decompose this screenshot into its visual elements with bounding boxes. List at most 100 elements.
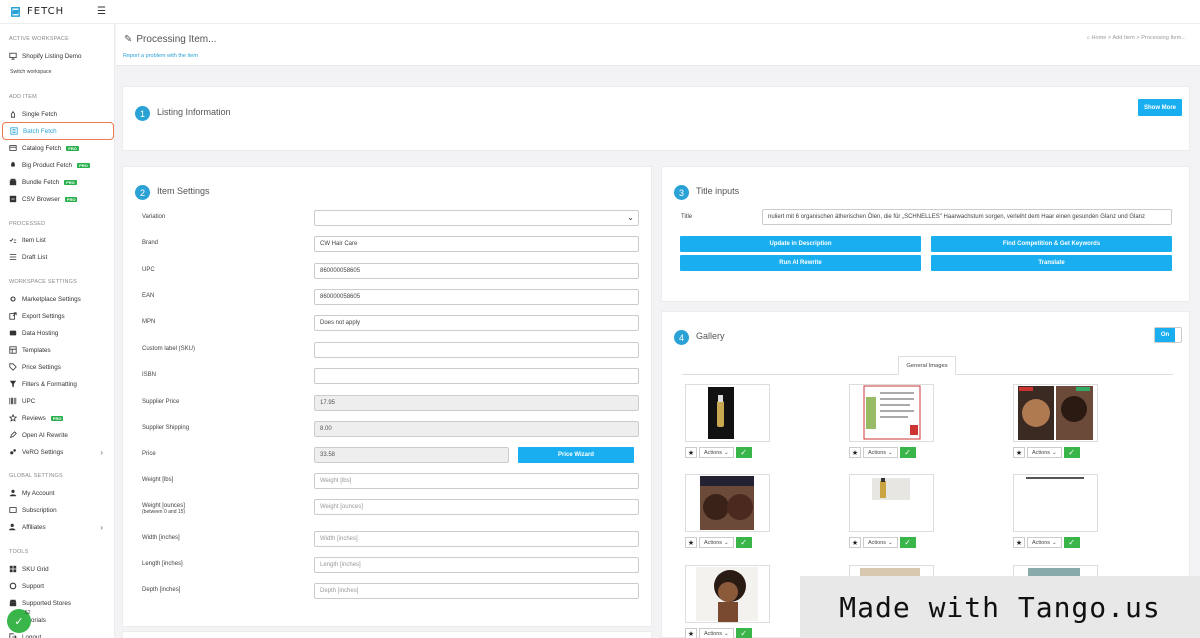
star-icon[interactable]: ★: [1013, 447, 1025, 458]
actions-dropdown[interactable]: Actions⌄: [1027, 447, 1062, 458]
star-icon[interactable]: ★: [685, 447, 697, 458]
sidebar-item-batch-fetch[interactable]: Batch Fetch: [2, 122, 114, 140]
menu-toggle-icon[interactable]: ☰: [97, 6, 106, 17]
tango-watermark: Made with Tango.us: [800, 576, 1200, 638]
input-weight-ounces[interactable]: Weight [ounces]: [314, 499, 639, 515]
input-ean[interactable]: 860000058605: [314, 289, 639, 305]
user-icon: [8, 489, 17, 498]
home-icon: ⌂: [1086, 35, 1090, 41]
actions-dropdown[interactable]: Actions⌄: [699, 447, 734, 458]
actions-dropdown[interactable]: Actions⌄: [863, 447, 898, 458]
sidebar-item-filters-formatting[interactable]: Filters & Formatting: [8, 377, 113, 391]
subscription-icon: [8, 506, 17, 515]
run-ai-rewrite-button[interactable]: Run AI Rewrite: [680, 255, 921, 271]
input-supplier-shipping[interactable]: 8.00: [314, 421, 639, 437]
check-icon[interactable]: ✓: [1063, 447, 1080, 458]
sidebar-item-subscription[interactable]: Subscription: [8, 503, 113, 517]
input-brand[interactable]: CW Hair Care: [314, 236, 639, 252]
app-logo[interactable]: FETCH: [8, 4, 64, 18]
price-wizard-button[interactable]: Price Wizard: [518, 447, 634, 463]
breadcrumb-home[interactable]: Home: [1091, 35, 1106, 41]
show-more-button[interactable]: Show More: [1138, 99, 1182, 116]
sidebar-item-label: Subscription: [22, 506, 57, 514]
gallery-image[interactable]: [1013, 384, 1098, 442]
variation-select[interactable]: ⌄: [314, 210, 639, 226]
update-in-description-button[interactable]: Update in Description: [680, 236, 921, 252]
actions-dropdown[interactable]: Actions⌄: [699, 628, 734, 638]
csv-icon: [8, 195, 17, 204]
input-width-inches[interactable]: Width [inches]: [314, 531, 639, 547]
gallery-image[interactable]: [849, 474, 934, 532]
actions-dropdown[interactable]: Actions⌄: [699, 537, 734, 548]
sidebar-item-draft-list[interactable]: Draft List: [8, 250, 113, 264]
star-icon[interactable]: ★: [685, 628, 697, 638]
sidebar-item-catalog-fetch[interactable]: Catalog Fetch PRO: [8, 141, 113, 155]
gallery-image[interactable]: [849, 384, 934, 442]
check-icon[interactable]: ✓: [1063, 537, 1080, 548]
sidebar-item-workspace[interactable]: Shopify Listing Demo: [8, 49, 113, 63]
check-icon[interactable]: ✓: [899, 537, 916, 548]
input-weight-lbs[interactable]: Weight [lbs]: [314, 473, 639, 489]
translate-button[interactable]: Translate: [931, 255, 1172, 271]
step-number: 3: [674, 185, 689, 200]
star-icon[interactable]: ★: [685, 537, 697, 548]
sidebar-item-my-account[interactable]: My Account: [8, 486, 113, 500]
sidebar-item-bundle-fetch[interactable]: Bundle Fetch PRO: [8, 175, 113, 189]
sidebar-item-item-list[interactable]: Item List: [8, 233, 113, 247]
star-icon: [8, 414, 17, 423]
sidebar: ACTIVE WORKSPACE Shopify Listing Demo Sw…: [0, 24, 115, 638]
sidebar-item-sku-grid[interactable]: SKU Grid: [8, 562, 113, 576]
star-icon[interactable]: ★: [849, 447, 861, 458]
sidebar-item-reviews[interactable]: Reviews PRO: [8, 411, 113, 425]
sidebar-item-affiliates[interactable]: Affiliates ›: [8, 520, 113, 534]
actions-dropdown[interactable]: Actions⌄: [1027, 537, 1062, 548]
filter-icon: [8, 380, 17, 389]
check-icon[interactable]: ✓: [735, 447, 752, 458]
report-problem-link[interactable]: Report a problem with the item: [123, 53, 198, 59]
input-custom-label-sku[interactable]: [314, 342, 639, 358]
sidebar-item-big-product-fetch[interactable]: Big Product Fetch PRO: [8, 158, 113, 172]
breadcrumb-add-item[interactable]: Add Item: [1112, 35, 1134, 41]
gallery-image-actions: ★Actions⌄✓: [849, 537, 916, 548]
chevron-right-icon: ›: [100, 522, 103, 532]
check-icon[interactable]: ✓: [899, 447, 916, 458]
sidebar-item-support[interactable]: Support: [8, 579, 113, 593]
sidebar-item-data-hosting[interactable]: Data Hosting: [8, 326, 113, 340]
sidebar-item-marketplace-settings[interactable]: Marketplace Settings: [8, 292, 113, 306]
actions-dropdown[interactable]: Actions⌄: [863, 537, 898, 548]
title-input[interactable]: nuliert mit 6 organischen ätherischen Öl…: [762, 209, 1172, 225]
gallery-image[interactable]: [685, 565, 770, 623]
sidebar-item-templates[interactable]: Templates: [8, 343, 113, 357]
check-icon[interactable]: ✓: [735, 628, 752, 638]
switch-workspace-link[interactable]: Switch workspace: [10, 69, 52, 75]
input-isbn[interactable]: [314, 368, 639, 384]
star-icon[interactable]: ★: [1013, 537, 1025, 548]
sidebar-item-price-settings[interactable]: Price Settings: [8, 360, 113, 374]
find-competition-button[interactable]: Find Competition & Get Keywords: [931, 236, 1172, 252]
gallery-image[interactable]: [685, 474, 770, 532]
input-mpn[interactable]: Does not apply: [314, 315, 639, 331]
gallery-image-actions: ★Actions⌄✓: [685, 628, 752, 638]
tab-general-images[interactable]: General Images: [898, 356, 956, 375]
input-price[interactable]: 33.58: [314, 447, 509, 463]
sidebar-item-label: Single Fetch: [22, 110, 58, 118]
sidebar-item-export-settings[interactable]: Export Settings: [8, 309, 113, 323]
sidebar-item-single-fetch[interactable]: Single Fetch: [8, 107, 113, 121]
gallery-image[interactable]: [685, 384, 770, 442]
card-title: Listing Information: [157, 107, 231, 117]
sidebar-item-csv-browser[interactable]: CSV Browser PRO: [8, 192, 113, 206]
star-icon[interactable]: ★: [849, 537, 861, 548]
sidebar-item-supported-stores[interactable]: Supported Stores: [8, 596, 113, 610]
input-length-inches[interactable]: Length [inches]: [314, 557, 639, 573]
input-upc[interactable]: 860000058605: [314, 263, 639, 279]
sidebar-item-upc[interactable]: UPC: [8, 394, 113, 408]
input-supplier-price[interactable]: 17.95: [314, 395, 639, 411]
sidebar-item-open-ai-rewrite[interactable]: Open AI Rewrite: [8, 428, 113, 442]
sidebar-item-vero-settings[interactable]: VeRO Settings ›: [8, 445, 113, 459]
gallery-toggle[interactable]: On: [1154, 327, 1182, 343]
gallery-image-actions: ★Actions⌄✓: [1013, 447, 1080, 458]
gallery-image[interactable]: [1013, 474, 1098, 532]
input-depth-inches[interactable]: Depth [inches]: [314, 583, 639, 599]
card-title: Item Settings: [157, 186, 210, 196]
check-icon[interactable]: ✓: [735, 537, 752, 548]
